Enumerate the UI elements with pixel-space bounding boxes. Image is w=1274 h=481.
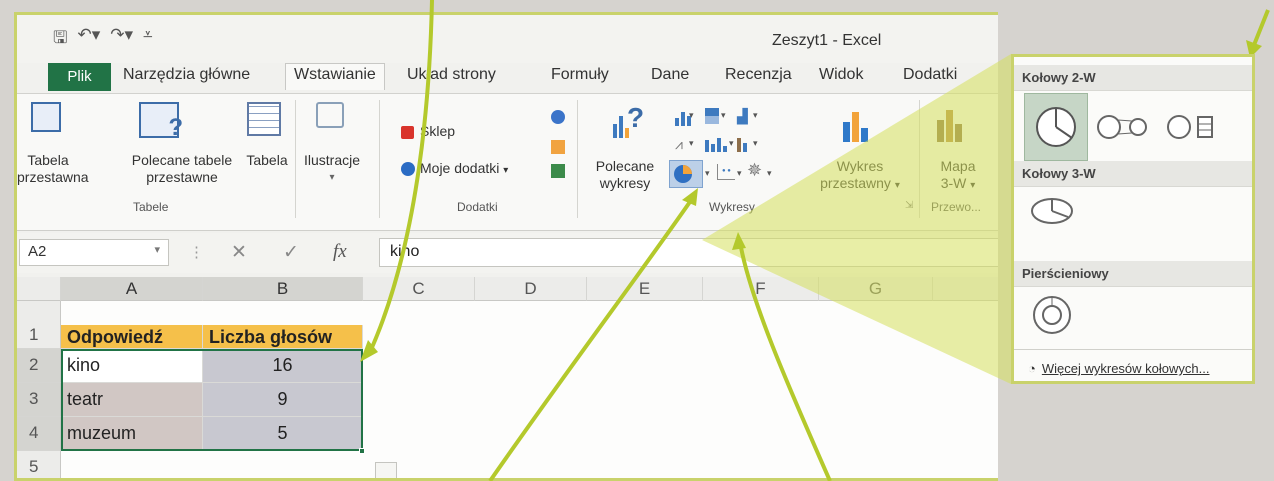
excel-window: 🖫 ↶▾ ↷▾ ⩡ Zeszyt1 - Excel Plik Narzędzia… <box>14 12 998 481</box>
fill-handle[interactable] <box>359 448 365 454</box>
tab-page-layout[interactable]: Układ strony <box>407 66 496 84</box>
my-addins-button[interactable]: Moje dodatki ▾ <box>420 160 508 179</box>
pie-of-pie-option[interactable] <box>1096 113 1154 146</box>
group-tours-label: Przewo... <box>931 200 982 214</box>
bing-maps-icon[interactable] <box>551 140 565 154</box>
title-bar: 🖫 ↶▾ ↷▾ ⩡ Zeszyt1 - Excel <box>17 15 998 63</box>
waterfall-chart-icon[interactable]: ▟ <box>737 108 748 125</box>
more-pie-charts-link[interactable]: ◔ Więcej wykresów kołowych... <box>1028 361 1209 376</box>
column-header-a[interactable]: A <box>61 277 203 301</box>
row-header-4[interactable]: 4 <box>17 417 61 451</box>
customize-qat-icon[interactable]: ⩡ <box>143 25 153 54</box>
tab-home[interactable]: Narzędzia główne <box>123 66 250 84</box>
column-header-d[interactable]: D <box>475 277 587 301</box>
recommended-pivot-button[interactable]: Polecane tabele przestawne <box>117 152 247 186</box>
column-header-g[interactable]: G <box>819 277 933 301</box>
column-header-h[interactable] <box>933 277 998 301</box>
tab-data[interactable]: Dane <box>651 66 689 84</box>
row-header-3[interactable]: 3 <box>17 383 61 417</box>
doughnut-option[interactable] <box>1030 293 1074 342</box>
group-charts-label: Wykresy <box>709 200 755 214</box>
radar-chart-icon[interactable]: ✵ <box>747 160 762 181</box>
cell-a1[interactable]: Odpowiedź <box>61 325 203 349</box>
table-button[interactable]: Tabela <box>239 152 295 169</box>
selection-border <box>61 349 363 451</box>
tab-addins[interactable]: Dodatki <box>903 66 957 84</box>
charts-dialog-launcher-icon[interactable]: ⇲ <box>905 200 913 211</box>
save-icon[interactable]: 🖫 <box>53 25 67 54</box>
formula-bar-grip-icon[interactable]: ⋮ <box>189 243 204 261</box>
sheet-addin-icon[interactable] <box>551 164 565 178</box>
pivot-chart-button[interactable]: Wykres przestawny ▾ <box>805 158 915 194</box>
statistic-chart-icon[interactable] <box>705 138 727 152</box>
row-header-1[interactable]: 1 <box>17 301 61 349</box>
combo-chart-icon[interactable] <box>737 138 747 152</box>
ribbon-tabs: Plik Narzędzia główne Wstawianie Układ s… <box>17 63 998 93</box>
row-header-2[interactable]: 2 <box>17 349 61 383</box>
tab-formulas[interactable]: Formuły <box>551 66 609 84</box>
tab-file[interactable]: Plik <box>48 63 111 91</box>
people-graph-icon[interactable] <box>551 110 565 124</box>
cancel-icon[interactable]: ✕ <box>231 241 247 264</box>
bar-of-pie-option[interactable] <box>1166 113 1222 146</box>
pivot-table-button[interactable]: Tabela przestawna <box>17 152 89 186</box>
column-header-b[interactable]: B <box>203 277 363 301</box>
group-tables-label: Tabele <box>133 200 169 214</box>
column-header-c[interactable]: C <box>363 277 475 301</box>
store-icon[interactable] <box>401 126 414 139</box>
insert-function-icon[interactable]: fx <box>333 241 347 263</box>
formula-input[interactable]: kino <box>379 238 998 267</box>
tab-view[interactable]: Widok <box>819 66 863 84</box>
document-title: Zeszyt1 - Excel <box>772 32 882 49</box>
section-pie-3d: Kołowy 3-W <box>1014 161 1252 187</box>
group-addins-label: Dodatki <box>457 200 498 214</box>
map-3d-icon[interactable] <box>937 106 977 142</box>
section-pie-2d: Kołowy 2-W <box>1014 65 1252 91</box>
map-3d-button[interactable]: Mapa 3-W ▾ <box>923 158 993 194</box>
store-button[interactable]: Sklep <box>420 123 455 140</box>
recommended-charts-icon[interactable]: ? <box>613 102 647 138</box>
illustrations-button[interactable]: Ilustracje ▾ <box>299 152 365 186</box>
pie-3d-option[interactable] <box>1028 193 1076 232</box>
enter-icon[interactable]: ✓ <box>283 241 299 264</box>
line-chart-icon[interactable]: ⩘ <box>675 136 683 153</box>
quick-access-toolbar: 🖫 ↶▾ ↷▾ ⩡ <box>53 25 153 54</box>
tab-review[interactable]: Recenzja <box>725 66 792 84</box>
pie-chart-button[interactable] <box>669 160 703 188</box>
table-icon[interactable] <box>247 102 281 136</box>
scatter-chart-icon[interactable]: ● ● <box>717 164 735 180</box>
cell-b1[interactable]: Liczba głosów <box>203 325 363 349</box>
formula-bar: A2 ▾ ⋮ ✕ ✓ fx kino <box>17 233 998 273</box>
hierarchy-chart-icon[interactable] <box>705 108 719 124</box>
pie-chart-dropdown: Kołowy 2-W Kołowy 3-W Pierścieniowy ◔ Wię… <box>1011 54 1255 384</box>
pie-small-icon: ◔ <box>1028 361 1036 376</box>
tab-insert[interactable]: Wstawianie <box>285 63 385 90</box>
pivot-chart-icon[interactable] <box>843 106 879 142</box>
illustrations-icon[interactable] <box>316 102 344 128</box>
recommended-charts-button[interactable]: Polecane wykresy <box>587 158 663 192</box>
my-addins-icon[interactable] <box>401 162 415 176</box>
select-all-corner[interactable] <box>17 277 61 301</box>
arrow-to-panel <box>1250 9 1270 51</box>
worksheet-grid[interactable]: A B C D E F G 1 2 3 4 5 Odpowiedź Liczba… <box>17 277 998 478</box>
pivot-table-icon[interactable] <box>31 102 61 132</box>
column-header-f[interactable]: F <box>703 277 819 301</box>
recommended-pivot-icon[interactable]: ? <box>139 102 183 141</box>
name-box[interactable]: A2 ▾ <box>19 239 169 266</box>
pie-2d-option[interactable] <box>1024 93 1088 161</box>
ribbon-insert: Tabela przestawna ? Polecane tabele przest… <box>17 93 998 231</box>
redo-icon[interactable]: ↷▾ <box>110 25 133 54</box>
quick-analysis-icon[interactable] <box>375 462 397 478</box>
undo-icon[interactable]: ↶▾ <box>77 25 100 54</box>
section-doughnut: Pierścieniowy <box>1014 261 1252 287</box>
row-header-5[interactable]: 5 <box>17 451 61 478</box>
column-header-e[interactable]: E <box>587 277 703 301</box>
